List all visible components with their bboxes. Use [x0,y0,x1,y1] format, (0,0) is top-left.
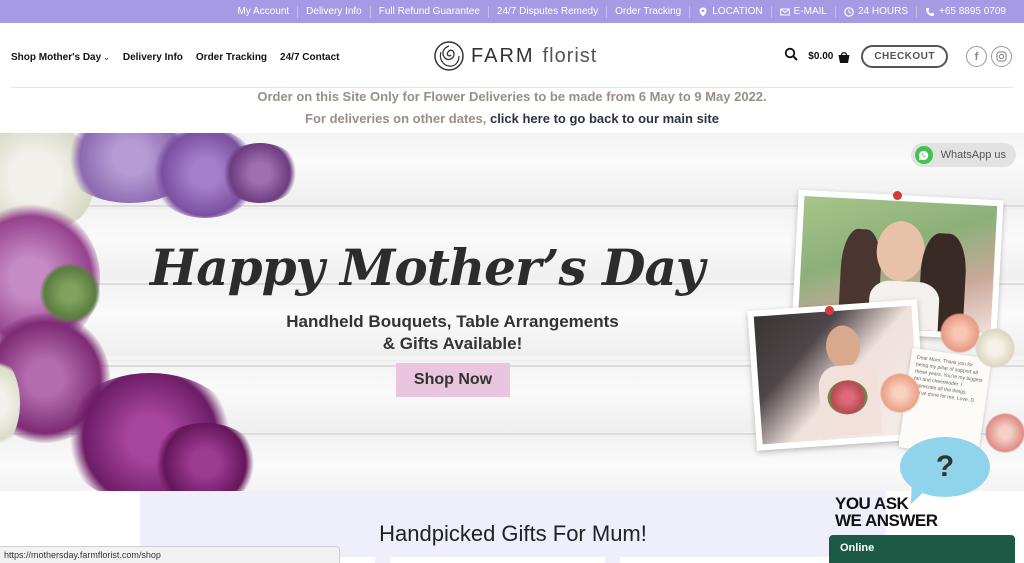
clock-icon [844,6,854,17]
notice-prefix: For deliveries on other dates, [305,111,490,126]
whatsapp-icon [914,146,933,164]
envelope-icon [779,8,790,15]
nav-item-order-tracking[interactable]: Order Tracking [196,52,267,63]
topbar-link-hours[interactable]: 24 HOURS [836,5,917,18]
topbar-link-refund[interactable]: Full Refund Guarantee [371,5,489,18]
facebook-icon[interactable]: f [966,46,987,67]
topbar-link-label: E-MAIL [793,6,827,17]
nav-item-delivery-info[interactable]: Delivery Info [123,52,183,63]
hero-subtitle-line: Handheld Bouquets, Table Arrangements [286,312,619,331]
instagram-glyph [996,51,1007,62]
social-links: f [966,46,1012,67]
ask-answer-label[interactable]: YOU ASK WE ANSWER [835,495,938,529]
topbar-link-location[interactable]: LOCATION [690,5,772,18]
hero-subtitle-line: & Gifts Available! [382,334,523,353]
topbar-link-label: LOCATION [712,6,763,17]
nav-item-label: Order Tracking [195,52,268,63]
header-actions: $0.00 CHECKOUT f [784,45,1012,68]
topbar-link-order-tracking[interactable]: Order Tracking [607,5,691,18]
product-card[interactable] [390,557,605,563]
phone-icon [925,7,934,16]
topbar-link-phone[interactable]: +65 8895 0709 [917,6,1014,18]
cart-link[interactable]: $0.00 [808,50,851,64]
hero-title: Happy Mother’s Day [150,238,705,297]
search-icon[interactable] [784,47,799,66]
topbar-link-delivery-info[interactable]: Delivery Info [298,5,371,18]
pushpin-icon [893,191,902,200]
rose-logo-icon [434,41,464,71]
location-pin-icon [699,7,707,16]
nav-item-contact[interactable]: 24/7 Contact [280,52,339,63]
topbar-link-label: Full Refund Guarantee [378,6,480,17]
topbar-link-email[interactable]: E-MAIL [772,5,836,18]
main-site-link[interactable]: click here to go back to our main site [490,111,719,126]
whatsapp-button[interactable]: WhatsApp us [910,143,1016,167]
site-header: Shop Mother's Day ⌄ Delivery Info Order … [0,23,1024,88]
topbar-link-label: My Account [237,6,290,17]
site-logo[interactable]: FARM florist [433,40,597,72]
live-chat-tab[interactable]: Online [829,535,1015,563]
ask-line: YOU ASK [835,494,909,513]
hero-subtitle: Handheld Bouquets, Table Arrangements & … [225,311,680,355]
checkout-button[interactable]: CHECKOUT [861,45,948,68]
shopping-bag-icon [838,51,850,63]
topbar-link-label: +65 8895 0709 [938,6,1006,17]
section-title: Handpicked Gifts For Mum! [379,521,647,546]
whatsapp-label: WhatsApp us [940,149,1006,161]
nav-item-label: Delivery Info [122,52,183,63]
topbar-link-label: Order Tracking [615,6,682,17]
topbar-link-disputes[interactable]: 24/7 Disputes Remedy [489,5,608,18]
chevron-down-icon: ⌄ [103,53,110,62]
top-utility-bar: My Account Delivery Info Full Refund Gua… [0,0,1024,23]
facebook-glyph: f [974,50,979,63]
topbar-link-label: 24 HOURS [857,6,908,17]
header-divider [11,87,1013,88]
logo-wordmark-farm: FARM [471,44,535,67]
status-bar-url: https://mothersday.farmflorist.com/shop [0,546,340,563]
delivery-notice: Order on this Site Only for Flower Deliv… [257,89,767,104]
product-card[interactable] [620,557,835,563]
shop-now-button[interactable]: Shop Now [396,363,510,397]
pushpin-icon [825,306,834,315]
nav-item-shop-mothers-day[interactable]: Shop Mother's Day ⌄ [11,52,110,63]
nav-item-label: Shop Mother's Day [11,52,102,63]
logo-wordmark-florist: florist [542,44,598,67]
question-mark-icon: ? [935,450,955,483]
topbar-link-label: Delivery Info [306,6,362,17]
main-site-notice: For deliveries on other dates, click her… [0,111,1024,126]
cart-total: $0.00 [808,51,834,62]
nav-item-label: 24/7 Contact [280,52,340,63]
main-nav: Shop Mother's Day ⌄ Delivery Info Order … [11,52,340,63]
topbar-link-label: 24/7 Disputes Remedy [496,6,599,17]
hero-banner[interactable]: Happy Mother’s Day Handheld Bouquets, Ta… [0,133,1024,491]
topbar-link-my-account[interactable]: My Account [229,5,299,18]
ask-line: WE ANSWER [835,511,938,530]
instagram-icon[interactable] [991,46,1012,67]
